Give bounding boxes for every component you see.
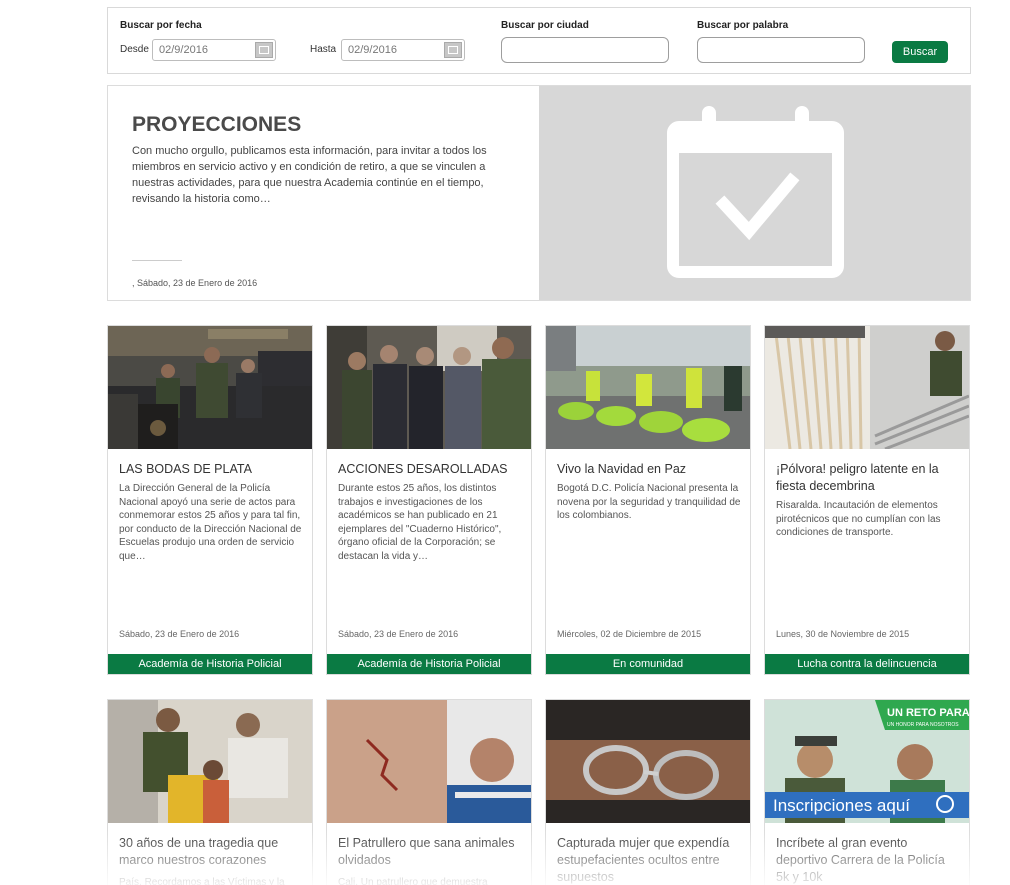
to-date-input[interactable]: 02/9/2016 [341, 39, 465, 61]
from-date-value: 02/9/2016 [159, 44, 208, 56]
word-search-label: Buscar por palabra [697, 20, 789, 31]
card-title[interactable]: LAS BODAS DE PLATA [119, 461, 303, 478]
police-motorcycles-photo[interactable] [546, 326, 750, 449]
featured-article[interactable]: PROYECCIONES Con mucho orgullo, publicam… [107, 85, 971, 301]
city-search-input[interactable] [501, 37, 669, 63]
injured-animal-photo[interactable] [327, 700, 531, 823]
tragedy-photo[interactable] [108, 700, 312, 823]
card-title[interactable]: Incríbete al gran evento deportivo Carre… [776, 835, 960, 885]
from-label: Desde [120, 44, 149, 55]
divider [132, 260, 182, 261]
handcuffs-photo[interactable] [546, 700, 750, 823]
featured-excerpt: Con mucho orgullo, publicamos esta infor… [132, 145, 487, 205]
card-excerpt: Cali. Un patrullero que demuestra [338, 877, 488, 885]
news-card-3[interactable]: Vivo la Navidad en Paz Bogotá D.C. Polic… [545, 325, 751, 675]
card-excerpt: País. Recordamos a las Víctimas y la [119, 877, 285, 885]
banner-subline: UN HONOR PARA NOSOTROS [887, 722, 959, 728]
news-card-4[interactable]: ¡Pólvora! peligro latente en la fiesta d… [764, 325, 970, 675]
banner-cta: Inscripciones aquí [773, 796, 910, 815]
ceremony-photo[interactable] [108, 326, 312, 449]
search-button[interactable]: Buscar [892, 41, 948, 63]
card-date: Sábado, 23 de Enero de 2016 [119, 629, 240, 639]
card-title[interactable]: Capturada mujer que expendía estupefacie… [557, 835, 741, 885]
featured-title[interactable]: PROYECCIONES [132, 113, 301, 137]
card-date: Lunes, 30 de Noviembre de 2015 [776, 629, 910, 639]
search-bar: Buscar por fecha Desde 02/9/2016 Hasta 0… [107, 7, 971, 74]
card-excerpt: Bogotá D.C. Policía Nacional presenta la… [557, 483, 741, 521]
to-label: Hasta [310, 44, 337, 55]
card-title[interactable]: ¡Pólvora! peligro latente en la fiesta d… [776, 461, 960, 495]
from-date-input[interactable]: 02/9/2016 [152, 39, 276, 61]
news-card-2[interactable]: ACCIONES DESAROLLADAS Durante estos 25 a… [326, 325, 532, 675]
featured-date: , Sábado, 23 de Enero de 2016 [132, 278, 258, 288]
category-badge[interactable]: Academía de Historia Policial [327, 654, 531, 674]
officials-photo[interactable] [327, 326, 531, 449]
calendar-check-icon [667, 106, 844, 278]
calendar-icon[interactable] [255, 42, 273, 58]
calendar-placeholder-image [539, 86, 970, 300]
card-excerpt: La Dirección General de la Policía Nacio… [119, 483, 302, 562]
calendar-icon[interactable] [444, 42, 462, 58]
card-title[interactable]: Vivo la Navidad en Paz [557, 461, 741, 478]
city-search-label: Buscar por ciudad [501, 20, 589, 31]
card-date: Sábado, 23 de Enero de 2016 [338, 629, 459, 639]
news-card-1[interactable]: LAS BODAS DE PLATA La Dirección General … [107, 325, 313, 675]
news-card-5[interactable]: 30 años de una tragedia que marco nuestr… [107, 699, 313, 885]
to-date-value: 02/9/2016 [348, 44, 397, 56]
fireworks-seized-photo[interactable] [765, 326, 969, 449]
card-title[interactable]: ACCIONES DESAROLLADAS [338, 461, 522, 478]
news-card-8[interactable]: UN RETO PARA TI UN HONOR PARA NOSOTROS I… [764, 699, 970, 885]
card-date: Miércoles, 02 de Diciembre de 2015 [557, 629, 702, 639]
date-search-label: Buscar por fecha [120, 20, 202, 31]
word-search-input[interactable] [697, 37, 865, 63]
news-card-6[interactable]: El Patrullero que sana animales olvidado… [326, 699, 532, 885]
card-title[interactable]: El Patrullero que sana animales olvidado… [338, 835, 522, 869]
race-event-banner[interactable]: UN RETO PARA TI UN HONOR PARA NOSOTROS I… [765, 700, 969, 823]
news-card-7[interactable]: Capturada mujer que expendía estupefacie… [545, 699, 751, 885]
category-badge[interactable]: Lucha contra la delincuencia [765, 654, 969, 674]
card-title[interactable]: 30 años de una tragedia que marco nuestr… [119, 835, 303, 869]
banner-headline: UN RETO PARA TI [887, 707, 969, 719]
card-excerpt: Durante estos 25 años, los distintos tra… [338, 483, 502, 562]
category-badge[interactable]: En comunidad [546, 654, 750, 674]
card-excerpt: Risaralda. Incautación de elementos piro… [776, 500, 941, 538]
category-badge[interactable]: Academía de Historia Policial [108, 654, 312, 674]
